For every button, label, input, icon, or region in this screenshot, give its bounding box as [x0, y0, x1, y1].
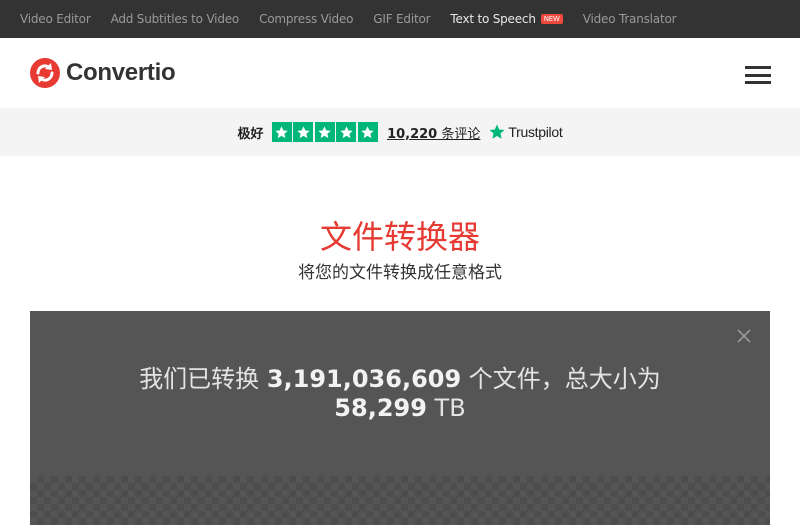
checkered-background [30, 476, 770, 525]
page-subtitle: 将您的文件转换成任意格式 [298, 263, 502, 283]
stats-prefix: 我们已转换 [139, 365, 267, 393]
page-title: 文件转换器 [319, 218, 480, 256]
stats-files-line: 我们已转换 3,191,036,609 个文件，总大小为 [30, 359, 770, 394]
top-tools-bar: Video Editor Add Subtitles to Video Comp… [0, 0, 800, 38]
topnav-video-translator[interactable]: Video Translator [583, 12, 677, 26]
hamburger-menu-icon[interactable] [745, 66, 771, 84]
star-icon [314, 122, 335, 142]
trust-rating-label: 极好 [237, 126, 264, 142]
size-unit: TB [426, 394, 466, 422]
size-value: 58,299 [334, 394, 427, 422]
star-icon [336, 122, 357, 142]
star-icon [293, 122, 314, 142]
logo-text: Convertio [66, 59, 176, 86]
review-count: 10,220 [387, 126, 438, 142]
site-header: Convertio [0, 38, 800, 108]
trustpilot-brand-text: Trustpilot [508, 124, 563, 140]
review-suffix: 条评论 [437, 126, 481, 142]
star-icon [271, 122, 292, 142]
stats-size-line: 58,299 TB [30, 394, 770, 422]
topnav-gif-editor[interactable]: GIF Editor [373, 12, 430, 26]
topnav-text-to-speech-label: Text to Speech [450, 12, 536, 26]
star-icon [357, 122, 378, 142]
topnav-text-to-speech[interactable]: Text to Speech NEW [450, 12, 563, 26]
star-rating [271, 122, 380, 142]
trustpilot-logo[interactable]: Trustpilot [488, 123, 563, 141]
topnav-add-subtitles[interactable]: Add Subtitles to Video [111, 12, 240, 26]
topnav-video-editor[interactable]: Video Editor [20, 12, 91, 26]
new-badge: NEW [540, 13, 563, 25]
conversion-stats-panel: 我们已转换 3,191,036,609 个文件，总大小为 58,299 TB [30, 311, 770, 525]
convertio-logo[interactable]: Convertio [30, 58, 176, 88]
files-count: 3,191,036,609 [266, 365, 462, 393]
trustpilot-star-icon [489, 124, 505, 139]
reviews-link[interactable]: 10,220 条评论 [387, 123, 480, 142]
topnav-compress-video[interactable]: Compress Video [259, 12, 353, 26]
stats-middle: 个文件，总大小为 [461, 365, 661, 393]
trustpilot-bar: 极好 10,220 条评论 Trustpilot [0, 108, 800, 156]
convertio-logo-icon [30, 58, 60, 88]
close-icon[interactable] [735, 327, 753, 345]
